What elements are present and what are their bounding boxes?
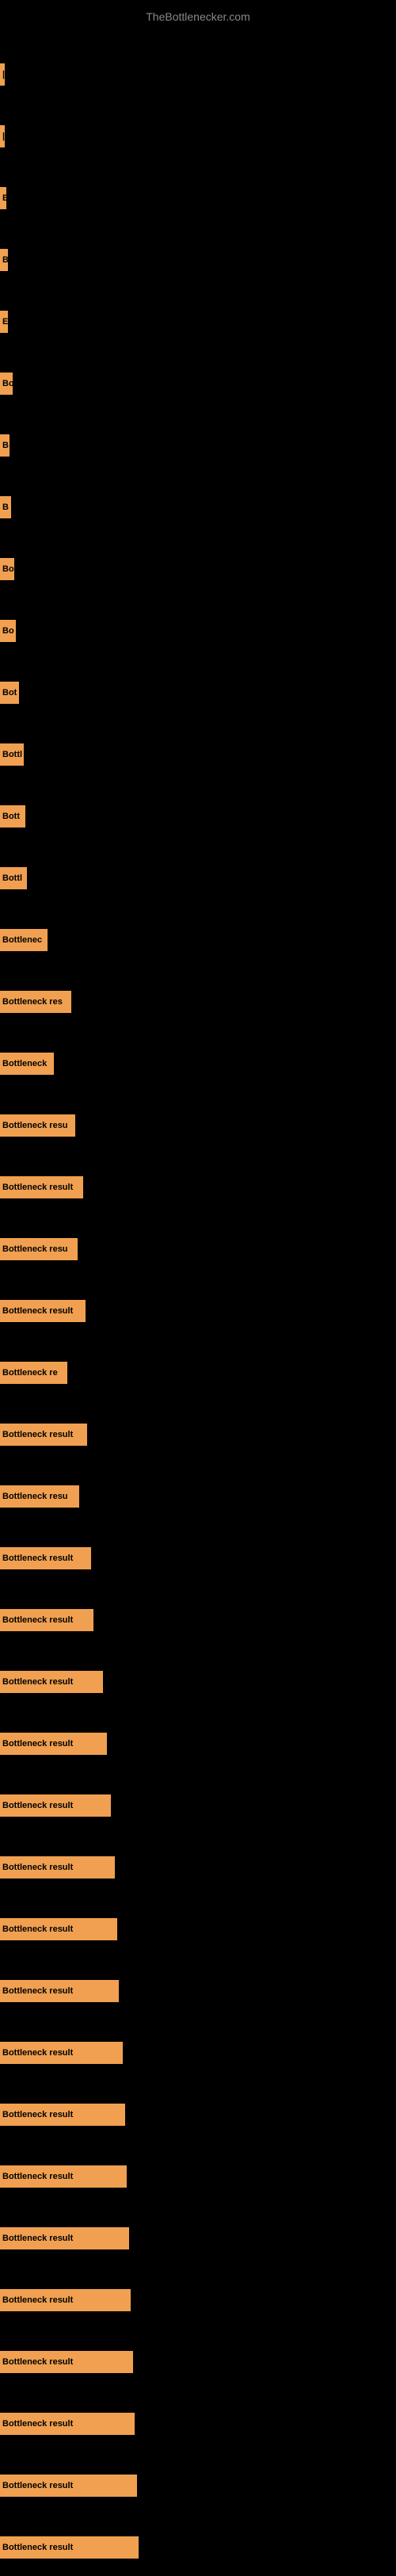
bar-label: Bottleneck result [0, 1671, 103, 1693]
bar-label: | [0, 63, 5, 86]
bar-row: Bottleneck resu [0, 1099, 396, 1154]
bar-row: Bottleneck result [0, 1531, 396, 1587]
bar-label: Bottleneck result [0, 1424, 87, 1446]
bar-label: Bottleneck result [0, 1980, 119, 2002]
bar-label: Bottleneck re [0, 1362, 67, 1384]
bar-label: Bottleneck result [0, 2413, 135, 2435]
bar-row: B [0, 480, 396, 536]
bar-row: Bottleneck resu [0, 1222, 396, 1278]
bar-label: Bo [0, 558, 14, 580]
bar-label: Bottleneck result [0, 2104, 125, 2126]
bar-row: Bottleneck result [0, 2150, 396, 2205]
bar-row: Bottleneck result [0, 2026, 396, 2081]
bar-label: E [0, 311, 8, 333]
bar-label: Bottleneck result [0, 2165, 127, 2188]
bar-label: Bo [0, 620, 16, 642]
bar-row: Bottleneck result [0, 2335, 396, 2391]
bar-label: Bottlenec [0, 929, 48, 951]
bar-row: Bo [0, 604, 396, 659]
bar-row: Bottleneck result [0, 2459, 396, 2514]
bar-row: B [0, 233, 396, 289]
bar-label: Bott [0, 805, 25, 827]
bar-row: | [0, 109, 396, 165]
bar-label: Bottleneck result [0, 2042, 123, 2064]
bar-row: Bottleneck result [0, 1902, 396, 1958]
bar-row: Bottleneck result [0, 1655, 396, 1710]
bar-row: Bottl [0, 728, 396, 783]
bar-row: Bottleneck result [0, 1840, 396, 1896]
bar-row: Bottleneck result [0, 2397, 396, 2452]
bar-label: Bottleneck resu [0, 1238, 78, 1260]
bar-row: Bottleneck result [0, 1593, 396, 1649]
bar-row: Bottleneck result [0, 1717, 396, 1772]
bar-label: Bottleneck result [0, 1547, 91, 1569]
bar-label: Bottleneck result [0, 2475, 137, 2497]
bar-row: Bottleneck result [0, 2273, 396, 2329]
bar-label: Bottleneck result [0, 2227, 129, 2249]
bar-label: B [0, 496, 11, 518]
bar-label: Bottl [0, 867, 27, 889]
bar-label: Bottleneck result [0, 1609, 93, 1631]
bar-label: Bottleneck resu [0, 1485, 79, 1508]
bar-row: Bottleneck result [0, 2211, 396, 2267]
bar-row: Bottlenec [0, 913, 396, 969]
bar-row: Bottleneck resu [0, 1470, 396, 1525]
bar-label: Bottleneck result [0, 1733, 107, 1755]
bar-row: Bottleneck result [0, 1964, 396, 2020]
bar-label: B [0, 249, 8, 271]
bar-row: Bottleneck result [0, 1408, 396, 1463]
bar-label: Bottleneck result [0, 1918, 117, 1940]
bar-row: Bo [0, 357, 396, 412]
bar-label: Bot [0, 682, 19, 704]
bar-row: Bottleneck result [0, 1284, 396, 1340]
site-title: TheBottlenecker.com [0, 4, 396, 29]
bar-label: Bottleneck res [0, 991, 71, 1013]
bar-label: Bottleneck resu [0, 1114, 75, 1137]
bar-row: Bottl [0, 851, 396, 907]
bar-label: E [0, 187, 6, 209]
bar-row: Bottleneck result [0, 1779, 396, 1834]
bar-label: Bo [0, 373, 13, 395]
bar-label: Bottleneck result [0, 2289, 131, 2311]
bar-row: B [0, 419, 396, 474]
bar-label: Bottleneck result [0, 1856, 115, 1878]
bar-row: | [0, 48, 396, 103]
bar-label: Bottleneck result [0, 1794, 111, 1817]
bar-label: Bottleneck result [0, 1300, 86, 1322]
bar-label: Bottleneck result [0, 1176, 83, 1198]
bar-row: Bo [0, 542, 396, 598]
bar-label: Bottleneck result [0, 2351, 133, 2373]
bar-row: E [0, 295, 396, 350]
bar-row: Bottleneck [0, 1037, 396, 1092]
bar-row: Bottleneck res [0, 975, 396, 1030]
bar-label: B [0, 434, 10, 457]
bar-row: Bottleneck result [0, 2521, 396, 2576]
bar-row: Bott [0, 789, 396, 845]
bar-label: | [0, 125, 5, 147]
bar-label: Bottl [0, 743, 24, 766]
bar-row: Bot [0, 666, 396, 721]
bar-label: Bottleneck result [0, 2536, 139, 2559]
bar-row: Bottleneck result [0, 1160, 396, 1216]
bar-row: E [0, 171, 396, 227]
bar-row: Bottleneck re [0, 1346, 396, 1401]
bar-label: Bottleneck [0, 1053, 54, 1075]
bar-row: Bottleneck result [0, 2088, 396, 2143]
